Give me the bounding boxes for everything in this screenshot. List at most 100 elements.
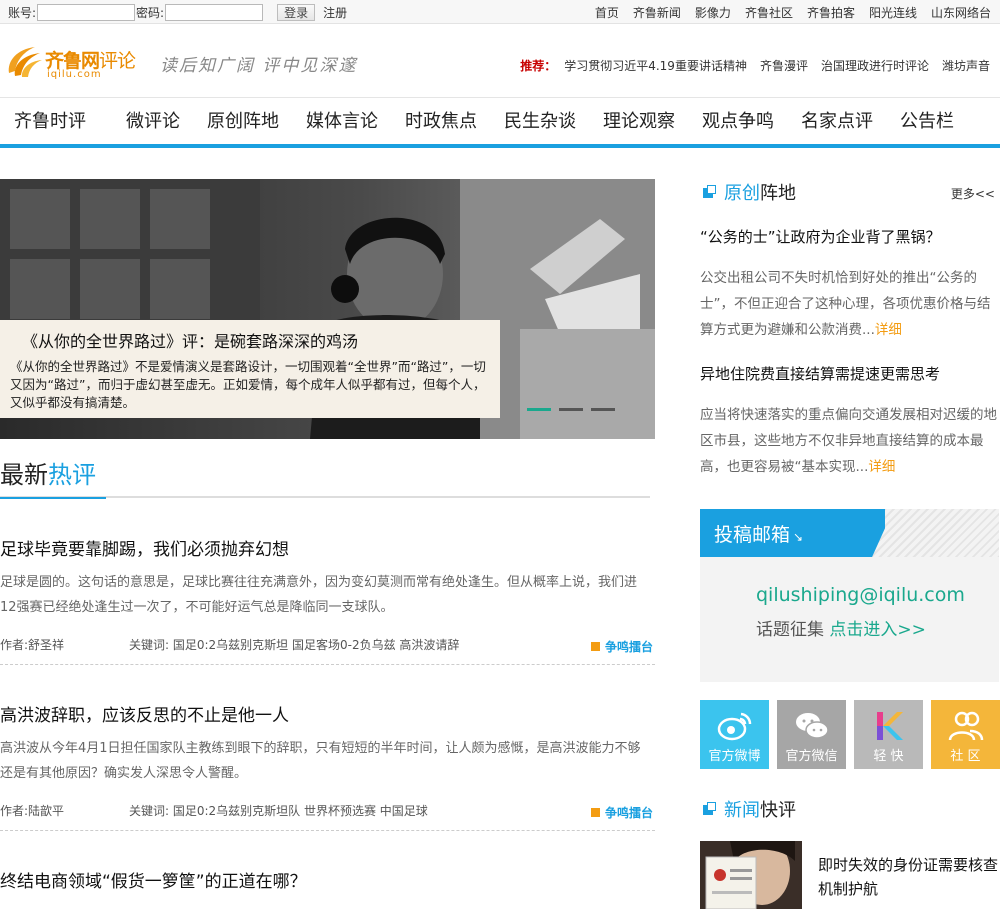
article-title[interactable]: 终结电商领域“假货一箩筐”的正道在哪？ (0, 867, 655, 892)
top-link-home[interactable]: 首页 (595, 4, 619, 21)
original-item-title[interactable]: “公务的士”让政府为企业背了黑锅？ (700, 226, 998, 247)
news-section-heading: 新闻快评 (700, 796, 1000, 822)
detail-link[interactable]: 详细 (868, 459, 895, 475)
article-title[interactable]: 高洪波辞职，应该反思的不止是他一人 (0, 701, 655, 726)
article-item: 足球毕竟要靠脚踢，我们必须抛弃幻想 足球是圆的。这句话的意思是，足球比赛往往充满… (0, 535, 655, 665)
qingkuai-label: 轻 快 (873, 749, 904, 764)
original-item-desc: 公交出租公司不失时机恰到好处的推出“公务的士”，不但正迎合了这种心理，各项优惠价… (700, 270, 991, 338)
news-item-title[interactable]: 即时失效的身份证需要核查机制护航 (818, 853, 1000, 901)
article-item: 终结电商领域“假货一箩筐”的正道在哪？ (0, 867, 655, 909)
weibo-label: 官方微博 (708, 749, 761, 764)
featured-slider[interactable]: 《从你的全世界路过》评：是碗套路深深的鸡汤 《从你的全世界路过》不是爱情演义是套… (0, 179, 655, 439)
slider-dot[interactable] (591, 408, 615, 411)
original-item-desc: 应当将快速落实的重点偏向交通发展相对迟缓的地区市县，这些地方不仅非异地直接结算的… (700, 407, 997, 475)
article-meta: 作者:舒圣祥 关键词: 国足0:2乌兹别克斯坦 国足客场0-2负乌兹 高洪波请辞… (0, 636, 655, 660)
slider-dot[interactable] (527, 408, 551, 411)
article-desc: 高洪波从今年4月1日担任国家队主教练到眼下的辞职，只有短短的半年时间，让人颇为感… (0, 741, 641, 781)
slider-desc: 《从你的全世界路过》不是爱情演义是套路设计，一切围观着“全世界”而“路过”，一切… (10, 359, 486, 410)
arrow-down-right-icon: ↘ (793, 530, 804, 544)
social-links: 官方微博 官方微信 轻 快 社 区 (700, 700, 1000, 770)
tag-square-icon (590, 808, 600, 817)
wechat-label: 官方微信 (785, 749, 838, 764)
nav-item[interactable]: 微评论 (126, 98, 180, 145)
original-section-heading: 原创阵地 更多<< (700, 179, 1000, 205)
article-tag[interactable]: 争鸣擂台 (590, 804, 653, 821)
article-keywords[interactable]: 关键词: 国足0:2乌兹别克斯坦队 世界杯预选赛 中国足球 (129, 802, 428, 819)
wechat-button[interactable]: 官方微信 (777, 700, 846, 769)
community-icon (948, 711, 984, 741)
latest-section-heading: 最新热评 (0, 458, 650, 499)
original-title: 原创阵地 (724, 183, 796, 204)
news-thumbnail[interactable] (700, 841, 802, 909)
wechat-icon (796, 713, 829, 739)
original-item: 异地住院费直接结算需提速更需思考 应当将快速落实的重点偏向交通发展相对迟缓的地区… (700, 363, 998, 480)
article-meta: 作者:陆歆平 关键词: 国足0:2乌兹别克斯坦队 世界杯预选赛 中国足球 争鸣擂… (0, 802, 655, 826)
recommend-link[interactable]: 齐鲁漫评 (760, 57, 808, 74)
topic-enter-link[interactable]: 点击进入>> (829, 620, 926, 640)
mailbox-email[interactable]: qilushiping@iqilu.com (756, 584, 965, 606)
slider-caption[interactable]: 《从你的全世界路过》评：是碗套路深深的鸡汤 《从你的全世界路过》不是爱情演义是套… (0, 320, 500, 418)
password-input[interactable] (165, 4, 264, 21)
login-button[interactable]: 登录 (277, 4, 316, 21)
nav-item[interactable]: 媒体言论 (306, 98, 378, 145)
recommend-links: 推荐： 学习贯彻习近平4.19重要讲话精神 齐鲁漫评 治国理政进行时评论 潍坊声… (520, 57, 990, 74)
nav-item[interactable]: 民生杂谈 (504, 98, 576, 145)
qingkuai-icon (877, 712, 903, 740)
recommend-link[interactable]: 潍坊声音 (942, 57, 990, 74)
submission-mailbox: 投稿邮箱 ↘ qilushiping@iqilu.com 话题征集 点击进入>> (700, 509, 999, 682)
slider-dot[interactable] (559, 408, 583, 411)
article-keywords[interactable]: 关键词: 国足0:2乌兹别克斯坦 国足客场0-2负乌兹 高洪波请辞 (129, 636, 459, 653)
original-item: “公务的士”让政府为企业背了黑锅？ 公交出租公司不失时机恰到好处的推出“公务的士… (700, 226, 998, 343)
top-link-news[interactable]: 齐鲁新闻 (633, 4, 681, 21)
nav-item[interactable]: 公告栏 (900, 98, 954, 145)
nav-item[interactable]: 名家点评 (801, 98, 873, 145)
article-title[interactable]: 足球毕竟要靠脚踢，我们必须抛弃幻想 (0, 535, 655, 560)
top-link-sunshine[interactable]: 阳光连线 (869, 4, 917, 21)
main-nav: 齐鲁时评 微评论 原创阵地 媒体言论 时政焦点 民生杂谈 理论观察 观点争鸣 名… (0, 97, 1000, 148)
recommend-label: 推荐： (520, 59, 557, 73)
original-more-link[interactable]: 更多<< (951, 185, 995, 202)
site-logo[interactable]: 齐鲁网评论 iqilu.com (5, 43, 150, 81)
detail-link[interactable]: 详细 (875, 322, 902, 338)
top-link-tv[interactable]: 山东网络台 (931, 4, 991, 21)
account-label: 账号: (8, 6, 37, 20)
article-tag[interactable]: 争鸣擂台 (590, 638, 653, 655)
article-author: 作者:舒圣祥 (0, 638, 65, 652)
article-author: 作者:陆歆平 (0, 804, 65, 818)
section-square-icon (703, 185, 716, 198)
section-square-icon (703, 802, 716, 815)
logo-domain: iqilu.com (47, 69, 102, 80)
nav-item[interactable]: 观点争鸣 (702, 98, 774, 145)
top-bar: 账号: 密码: 登录 注册 首页 齐鲁新闻 影像力 齐鲁社区 齐鲁拍客 阳光连线… (0, 0, 1000, 24)
nav-item[interactable]: 理论观察 (603, 98, 675, 145)
tag-square-icon (590, 642, 600, 651)
recommend-link[interactable]: 学习贯彻习近平4.19重要讲话精神 (564, 57, 747, 74)
weibo-icon (717, 712, 752, 741)
nav-item[interactable]: 齐鲁时评 (14, 98, 86, 145)
community-label: 社 区 (950, 749, 981, 764)
top-link-image[interactable]: 影像力 (695, 4, 731, 21)
weibo-button[interactable]: 官方微博 (700, 700, 769, 769)
account-input[interactable] (37, 4, 136, 21)
logo-mark-icon (8, 47, 42, 77)
nav-item[interactable]: 原创阵地 (207, 98, 279, 145)
register-link[interactable]: 注册 (323, 4, 347, 21)
qingkuai-button[interactable]: 轻 快 (854, 700, 923, 769)
community-button[interactable]: 社 区 (931, 700, 1000, 769)
slider-title[interactable]: 《从你的全世界路过》评：是碗套路深深的鸡汤 (22, 328, 490, 352)
original-item-title[interactable]: 异地住院费直接结算需提速更需思考 (700, 363, 998, 384)
site-slogan: 读后知广阔 评中见深邃 (160, 56, 358, 76)
nav-item[interactable]: 时政焦点 (405, 98, 477, 145)
slider-dots (527, 408, 615, 411)
login-form: 账号: 密码: 登录 注册 (8, 4, 347, 21)
recommend-link[interactable]: 治国理政进行时评论 (821, 57, 929, 74)
latest-title: 最新热评 (0, 458, 106, 499)
mailbox-title: 投稿邮箱 ↘ (700, 509, 885, 557)
topic-collection: 话题征集 点击进入>> (756, 620, 926, 640)
top-links: 首页 齐鲁新闻 影像力 齐鲁社区 齐鲁拍客 阳光连线 山东网络台 (595, 4, 991, 21)
top-link-community[interactable]: 齐鲁社区 (745, 4, 793, 21)
top-link-paike[interactable]: 齐鲁拍客 (807, 4, 855, 21)
password-label: 密码: (136, 6, 165, 20)
article-item: 高洪波辞职，应该反思的不止是他一人 高洪波从今年4月1日担任国家队主教练到眼下的… (0, 701, 655, 831)
id-card-photo (700, 841, 802, 909)
